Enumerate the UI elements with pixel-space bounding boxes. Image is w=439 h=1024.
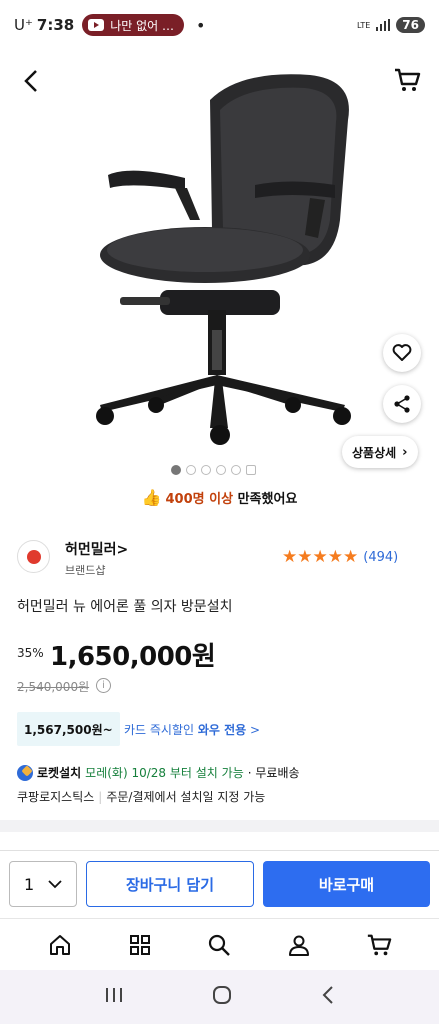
bottom-navigation	[0, 918, 439, 970]
brand-chevron-icon: >	[116, 542, 129, 558]
delivery-label: 로켓설치	[37, 766, 82, 780]
product-image-area[interactable]: 상품상세 ›	[0, 50, 439, 490]
battery-indicator: 76	[396, 17, 425, 33]
add-to-cart-button[interactable]: 장바구니 담기	[86, 861, 254, 907]
heart-icon	[392, 344, 412, 361]
carousel-indicator	[171, 465, 256, 475]
notification-text: 나만 없어 …	[110, 18, 175, 33]
brand-logo-mark	[26, 549, 41, 564]
product-title: 허먼밀러 뉴 에어론 풀 의자 방문설치	[17, 599, 233, 615]
star-icon: ★	[327, 547, 343, 567]
chair-product-image	[96, 74, 351, 445]
carousel-dot[interactable]	[231, 465, 241, 475]
share-icon	[394, 395, 410, 413]
carrier-label: U⁺	[14, 16, 33, 34]
quantity-value: 1	[24, 874, 35, 894]
nav-home[interactable]	[45, 930, 75, 960]
section-divider	[0, 820, 439, 832]
purchase-action-bar: 1 장바구니 담기 바로구매	[0, 850, 439, 918]
cart-icon	[367, 934, 392, 955]
home-circle-icon	[213, 986, 232, 1004]
satisfaction-banner: 👍 400명 이상 만족했어요	[0, 488, 439, 507]
satisfaction-text: 만족했어요	[233, 492, 298, 507]
rating[interactable]: ★ ★ ★ ★ ★ (494)	[282, 548, 398, 566]
satisfaction-count: 400명 이상	[165, 492, 234, 507]
star-icon: ★	[312, 547, 328, 567]
carousel-dot[interactable]	[171, 465, 181, 475]
product-detail-button[interactable]: 상품상세 ›	[342, 436, 418, 468]
category-icon	[129, 934, 150, 955]
buy-now-button[interactable]: 바로구매	[263, 861, 430, 907]
sale-price: 1,650,000원	[50, 642, 216, 672]
nav-search[interactable]	[204, 930, 234, 960]
system-navigation-bar	[0, 970, 439, 1024]
discount-rate: 35%	[17, 646, 44, 660]
carousel-dot[interactable]	[186, 465, 196, 475]
nav-my-page[interactable]	[284, 930, 314, 960]
original-price: 2,540,000원	[17, 680, 90, 694]
star-icon: ★	[343, 547, 359, 567]
thumbs-up-icon: 👍	[141, 488, 162, 507]
brand-shop-label: 브랜드샵	[65, 564, 106, 577]
share-button[interactable]	[383, 385, 421, 423]
search-icon	[209, 934, 231, 956]
back-chevron-icon	[322, 986, 333, 1004]
wishlist-button[interactable]	[383, 334, 421, 372]
network-label: LTE	[357, 20, 371, 30]
delivery-info: 로켓설치 모레(화) 10/28 부터 설치 가능 · 무료배송	[17, 764, 300, 781]
chevron-down-icon	[48, 879, 62, 888]
status-bar: U⁺ 7:38 나만 없어 … • LTE 76	[0, 0, 439, 50]
home-system-button[interactable]	[212, 985, 232, 1009]
shipper-name: 쿠팡로지스틱스	[17, 790, 95, 804]
star-icon: ★	[297, 547, 313, 567]
notification-dot: •	[196, 15, 206, 35]
notification-pill[interactable]: 나만 없어 …	[82, 14, 185, 36]
shipper-note: 주문/결제에서 설치일 지정 가능	[106, 790, 266, 804]
product-detail-label: 상품상세	[352, 445, 397, 460]
rocket-install-icon	[17, 764, 33, 781]
shipper-info: 쿠팡로지스틱스 | 주문/결제에서 설치일 지정 가능	[17, 788, 265, 805]
delivery-extra: · 무료배송	[247, 766, 300, 780]
star-icon: ★	[282, 547, 298, 567]
carousel-dot[interactable]	[201, 465, 211, 475]
nav-cart[interactable]	[364, 930, 394, 960]
back-arrow-icon	[24, 70, 37, 92]
back-button[interactable]	[16, 66, 46, 96]
brand-logo[interactable]	[17, 540, 50, 573]
delivery-date: 모레(화) 10/28 부터 설치 가능	[85, 766, 244, 780]
carousel-grid-dot[interactable]	[246, 465, 256, 475]
my-page-icon	[289, 935, 310, 956]
back-system-button[interactable]	[321, 985, 335, 1009]
cart-button[interactable]	[393, 66, 423, 96]
recent-apps-button[interactable]	[104, 986, 124, 1008]
review-count[interactable]: (494)	[363, 550, 398, 565]
divider: |	[98, 790, 103, 804]
price-info-icon[interactable]: i	[96, 678, 111, 693]
home-icon	[49, 934, 70, 955]
signal-icon	[376, 19, 391, 31]
recent-apps-icon	[106, 988, 123, 1002]
brand-name-link[interactable]: 허먼밀러>	[65, 539, 128, 559]
cart-icon	[395, 68, 421, 91]
quantity-select[interactable]: 1	[9, 861, 77, 907]
chevron-right-icon: ›	[402, 444, 408, 460]
card-price-badge: 1,567,500원~	[17, 712, 120, 746]
card-discount-link[interactable]: 카드 즉시할인 와우 전용 >	[124, 721, 260, 738]
carousel-dot[interactable]	[216, 465, 226, 475]
youtube-icon	[88, 19, 105, 31]
nav-category[interactable]	[125, 930, 155, 960]
clock: 7:38	[36, 16, 75, 34]
